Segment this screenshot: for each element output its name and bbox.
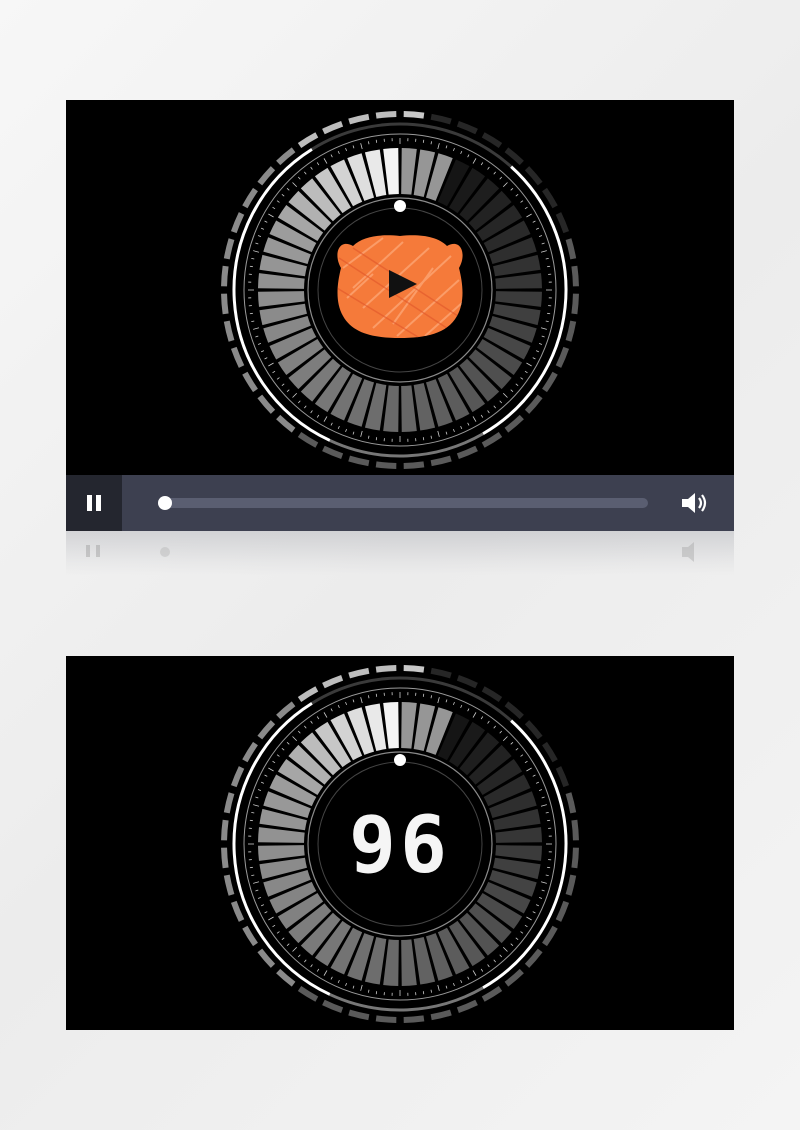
video-control-bar — [66, 475, 734, 531]
pause-button[interactable] — [66, 475, 122, 531]
volume-icon — [682, 493, 707, 513]
volume-button[interactable] — [676, 487, 712, 519]
countdown-number: 96 — [349, 801, 451, 891]
countdown-frame: 96 — [66, 656, 734, 1030]
video-frame[interactable] — [66, 100, 734, 475]
seek-thumb[interactable] — [158, 496, 172, 510]
seek-bar[interactable] — [160, 498, 648, 508]
bear-play-logo-icon[interactable] — [333, 228, 467, 340]
control-bar-reflection — [66, 531, 734, 575]
pause-icon — [87, 495, 101, 511]
